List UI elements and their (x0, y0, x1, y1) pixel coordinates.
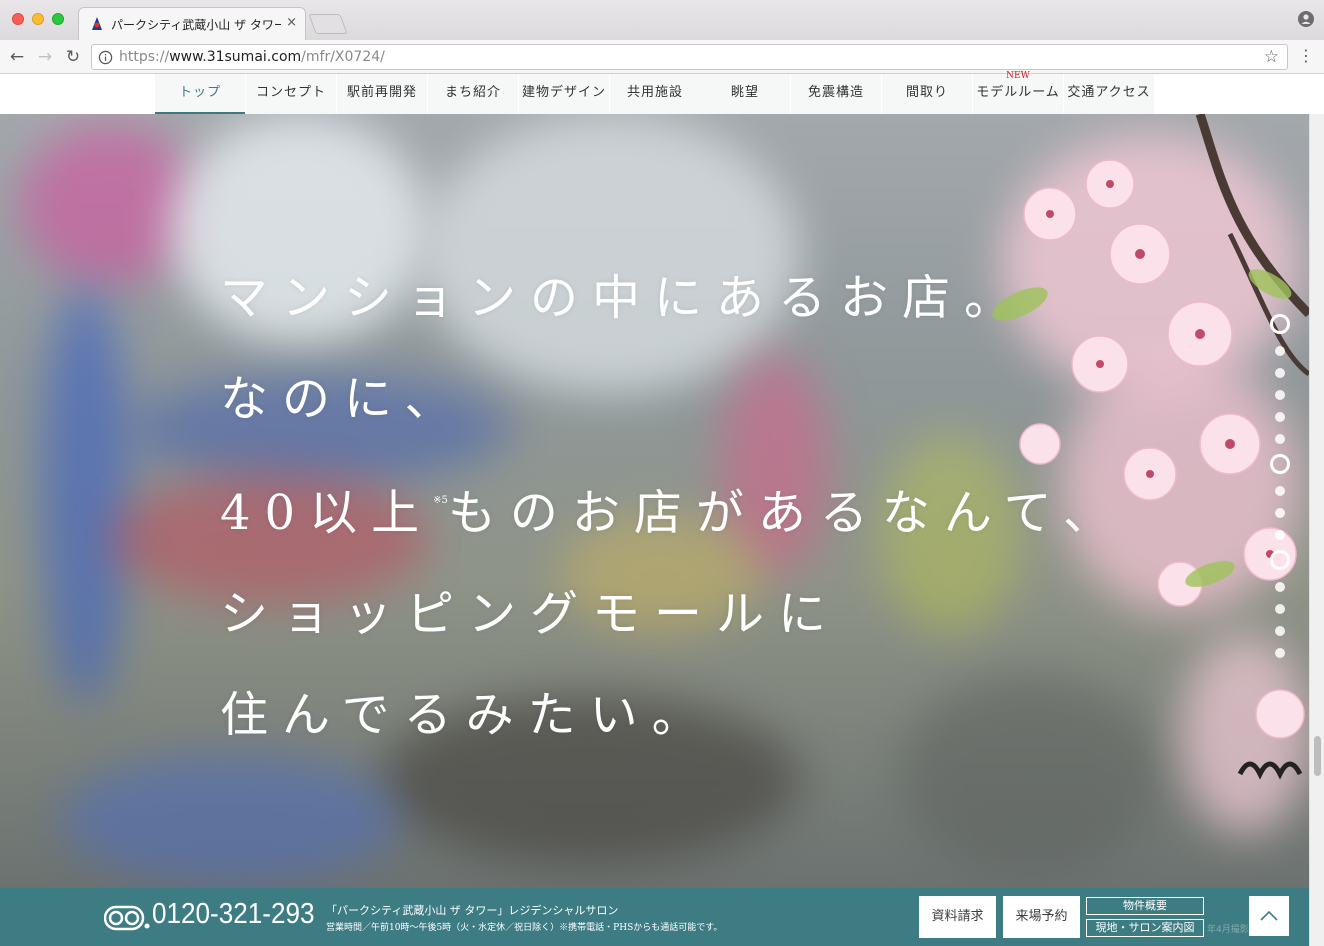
nav-label: 眺望 (730, 85, 759, 100)
slide-dot[interactable] (1275, 486, 1285, 496)
hero-line: マンションの中にあるお店。 (220, 270, 1027, 326)
back-to-top-button[interactable] (1249, 896, 1289, 936)
nav-town[interactable]: まち紹介 (428, 74, 518, 114)
document-request-button[interactable]: 資料請求 (919, 896, 996, 938)
hero-copy: マンションの中にあるお店。 なのに、 40以上※5ものお店があるなんて、 ショッ… (220, 248, 1125, 766)
url-text: https://www.31sumai.com/mfr/X0724/ (119, 49, 385, 65)
slide-dot[interactable] (1275, 508, 1285, 518)
nav-label: 建物デザイン (521, 85, 606, 100)
bokeh-shape (40, 284, 130, 704)
nav-seismic[interactable]: 免震構造 (791, 74, 881, 114)
nav-view[interactable]: 眺望 (700, 74, 790, 114)
nav-redevelopment[interactable]: 駅前再開発 (337, 74, 427, 114)
nav-label: トップ (178, 85, 221, 100)
hero-line-part: ものお店があるなんて、 (447, 485, 1126, 541)
footnote-mark: ※5 (433, 495, 448, 506)
nav-label: コンセプト (255, 85, 326, 100)
nav-label: 駅前再開発 (346, 85, 417, 100)
profile-icon[interactable] (1298, 11, 1314, 27)
site-favicon-icon (92, 17, 102, 30)
nav-modelroom[interactable]: NEW モデルルーム (973, 71, 1063, 114)
slide-dot[interactable] (1275, 626, 1285, 636)
window-maximize-button[interactable] (52, 13, 64, 25)
slide-dot[interactable] (1275, 412, 1285, 422)
reload-icon[interactable]: ↻ (62, 46, 84, 68)
nav-top[interactable]: トップ (155, 74, 245, 114)
nav-label: 免震構造 (807, 85, 864, 100)
slide-dot[interactable] (1275, 390, 1285, 400)
nav-facilities[interactable]: 共用施設 (610, 74, 700, 114)
browser-toolbar: ← → ↻ https://www.31sumai.com/mfr/X0724/… (0, 40, 1324, 74)
browser-tab-bar: パークシティ武蔵小山 ザ タワー × (0, 0, 1324, 40)
slide-dot[interactable] (1270, 454, 1290, 474)
url-path: /mfr/X0724/ (301, 49, 385, 65)
slide-dot[interactable] (1275, 530, 1285, 540)
nav-floorplan[interactable]: 間取り (882, 74, 972, 114)
nav-label: まち紹介 (444, 85, 501, 100)
slide-dot[interactable] (1270, 314, 1290, 334)
nav-label: 交通アクセス (1067, 85, 1151, 100)
hero-image: マンションの中にあるお店。 なのに、 40以上※5ものお店があるなんて、 ショッ… (0, 114, 1309, 888)
contact-footer: 0120-321-293 「パークシティ武蔵小山 ザ タワー」レジデンシャルサロ… (0, 888, 1309, 946)
bookmark-star-icon[interactable]: ☆ (1264, 47, 1279, 67)
hero-line-part: 40以上 (220, 485, 434, 541)
nav-label: モデルルーム (976, 85, 1060, 100)
salon-name: 「パークシティ武蔵小山 ザ タワー」レジデンシャルサロン (326, 904, 619, 917)
browser-tab[interactable]: パークシティ武蔵小山 ザ タワー × (78, 7, 306, 40)
property-overview-button[interactable]: 物件概要 (1086, 897, 1204, 915)
back-arrow-icon[interactable]: ← (6, 46, 28, 68)
nav-concept[interactable]: コンセプト (246, 74, 336, 114)
slide-dot[interactable] (1275, 648, 1285, 658)
new-tab-button[interactable] (308, 14, 348, 34)
nav-access[interactable]: 交通アクセス (1064, 74, 1154, 114)
window-close-button[interactable] (12, 13, 24, 25)
tab-close-icon[interactable]: × (286, 15, 297, 30)
access-map-button[interactable]: 現地・サロン案内図 (1086, 919, 1204, 937)
browser-menu-icon[interactable]: ⋮ (1298, 47, 1314, 65)
window-minimize-button[interactable] (32, 13, 44, 25)
nav-label: 間取り (905, 85, 948, 100)
hero-line: 住んでるみたい。 (220, 687, 714, 743)
slide-dot[interactable] (1275, 434, 1285, 444)
bokeh-shape (60, 754, 400, 884)
photo-caption: 年4月撮影 (1207, 925, 1249, 935)
slide-dot[interactable] (1275, 346, 1285, 356)
page-scrollbar[interactable] (1309, 114, 1324, 946)
business-hours: 営業時間／午前10時〜午後5時（火・水定休／祝日除く）※携帯電話・PHSからも通… (326, 923, 723, 933)
slide-dot[interactable] (1275, 604, 1285, 614)
hero-line: ショッピングモールに (220, 586, 841, 642)
scrollbar-thumb[interactable] (1314, 736, 1321, 776)
hero-line: なのに、 (220, 371, 467, 427)
slide-dot[interactable] (1270, 550, 1290, 570)
address-bar[interactable]: https://www.31sumai.com/mfr/X0724/ ☆ (91, 44, 1288, 70)
tab-title: パークシティ武蔵小山 ザ タワー (111, 18, 281, 32)
hero-line: 40以上※5ものお店があるなんて、 (220, 450, 1125, 564)
new-badge: NEW (1006, 71, 1030, 81)
slide-dot[interactable] (1275, 582, 1285, 592)
forward-arrow-icon[interactable]: → (34, 46, 56, 68)
nav-design[interactable]: 建物デザイン (519, 74, 609, 114)
free-dial-icon (104, 905, 150, 931)
url-scheme: https:// (119, 49, 170, 65)
slide-dot[interactable] (1275, 368, 1285, 378)
url-host: www.31sumai.com (169, 49, 302, 65)
site-navigation: トップ コンセプト 駅前再開発 まち紹介 建物デザイン 共用施設 眺望 免震構造… (0, 71, 1324, 114)
visit-reservation-button[interactable]: 来場予約 (1003, 896, 1080, 938)
chevron-up-icon (1260, 910, 1278, 921)
info-icon[interactable] (98, 50, 113, 65)
phone-number[interactable]: 0120-321-293 (152, 898, 315, 931)
nav-label: 共用施設 (626, 85, 683, 100)
